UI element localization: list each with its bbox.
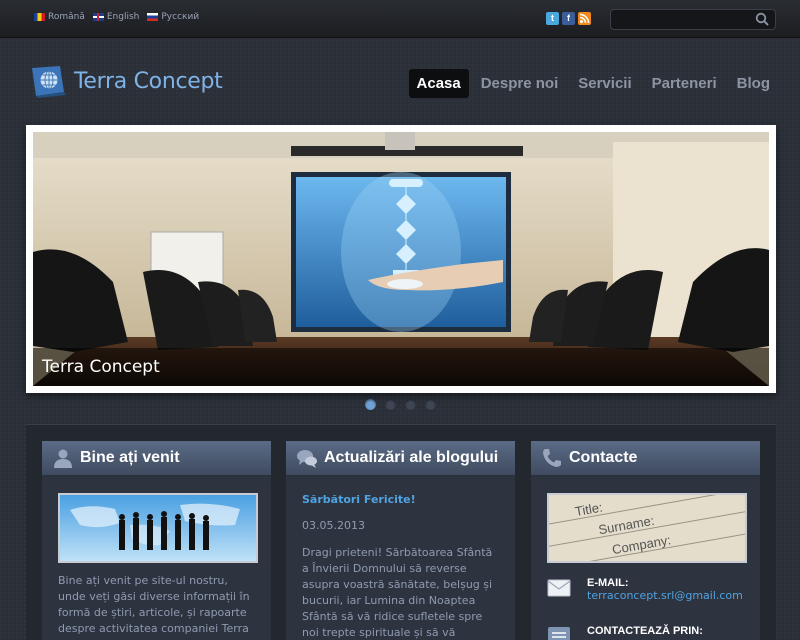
main-nav: Acasa Despre noi Servicii Parteneri Blog	[408, 69, 778, 98]
blog-post-excerpt: Dragi prieteni! Sărbătoarea Sfântă a Înv…	[302, 546, 493, 639]
welcome-text: Bine ați venit pe site-ul nostru, unde v…	[58, 574, 250, 640]
blog-post-title[interactable]: Sărbători Fericite!	[302, 493, 499, 506]
slide-caption: Terra Concept	[42, 357, 160, 377]
contact-via-label: CONTACTEAZĂ PRIN:	[587, 625, 703, 637]
rss-icon[interactable]	[578, 12, 591, 25]
russia-flag-icon	[147, 13, 159, 21]
uk-flag-icon	[92, 13, 104, 21]
blog-post-date: 03.05.2013	[302, 519, 365, 532]
blog-header: Actualizări ale blogului	[286, 441, 515, 477]
lang-russian[interactable]: Русский	[147, 12, 199, 22]
phone-icon	[543, 449, 561, 467]
search-box	[610, 9, 776, 32]
contacts-body: Title: Surname: Company: E-MAIL: terraco…	[531, 477, 760, 640]
envelope-icon	[547, 579, 571, 597]
slide-image[interactable]: Terra Concept	[33, 132, 769, 386]
email-link[interactable]: terraconcept.srl@gmail.com	[587, 589, 743, 602]
slider-dots	[365, 399, 436, 410]
blog-panel: Actualizări ale blogului Sărbători Feric…	[286, 441, 515, 640]
slider-dot[interactable]	[385, 399, 396, 410]
nav-servicii[interactable]: Servicii	[570, 69, 639, 98]
blog-body: Sărbători Fericite! 03.05.2013 Dragi pri…	[286, 477, 515, 640]
chat-bubbles-icon	[297, 450, 317, 468]
contacts-title: Contacte	[569, 449, 638, 466]
email-label: E-MAIL:	[587, 577, 629, 589]
lang-label: Română	[48, 12, 85, 22]
contacts-panel: Contacte Title: Surname: Company: E-MAIL…	[531, 441, 760, 640]
nav-despre-noi[interactable]: Despre noi	[473, 69, 567, 98]
contacts-header: Contacte	[531, 441, 760, 477]
lang-label: English	[106, 12, 140, 22]
content-area: Bine ați venit Bine ați venit pe site-ul…	[26, 424, 776, 640]
twitter-icon[interactable]: t	[546, 12, 559, 25]
globe-flag-icon	[32, 66, 66, 98]
top-bar: Română English Русский t f	[0, 0, 800, 38]
search-input[interactable]	[611, 13, 751, 32]
nav-parteneri[interactable]: Parteneri	[644, 69, 725, 98]
slider-dot[interactable]	[365, 399, 376, 410]
site-logo[interactable]: Terra Concept	[30, 64, 223, 98]
welcome-body: Bine ați venit pe site-ul nostru, unde v…	[42, 477, 271, 640]
slider-dot[interactable]	[405, 399, 416, 410]
social-links: t f	[546, 12, 591, 25]
slider-dot[interactable]	[425, 399, 436, 410]
contact-form-image: Title: Surname: Company:	[547, 493, 747, 563]
lang-english[interactable]: English	[92, 12, 140, 22]
lang-label: Русский	[161, 12, 200, 22]
user-icon	[54, 449, 72, 468]
business-team-image	[58, 493, 258, 563]
blog-title: Actualizări ale blogului	[324, 449, 499, 466]
nav-blog[interactable]: Blog	[729, 69, 778, 98]
contact-via: CONTACTEAZĂ PRIN:	[547, 625, 703, 640]
brand-name: Terra Concept	[74, 68, 223, 94]
search-icon[interactable]	[755, 12, 769, 26]
romania-flag-icon	[34, 13, 45, 21]
welcome-header: Bine ați venit	[42, 441, 271, 477]
lang-romana[interactable]: Română	[34, 12, 85, 22]
welcome-panel: Bine ați venit Bine ați venit pe site-ul…	[42, 441, 271, 640]
language-switcher: Română English Русский	[34, 12, 199, 22]
facebook-icon[interactable]: f	[562, 12, 575, 25]
email-contact: E-MAIL: terraconcept.srl@gmail.com	[547, 577, 743, 602]
list-icon	[548, 627, 570, 640]
welcome-title: Bine ați venit	[80, 449, 180, 466]
hero-slider: Terra Concept	[26, 125, 776, 393]
nav-acasa[interactable]: Acasa	[408, 69, 469, 98]
